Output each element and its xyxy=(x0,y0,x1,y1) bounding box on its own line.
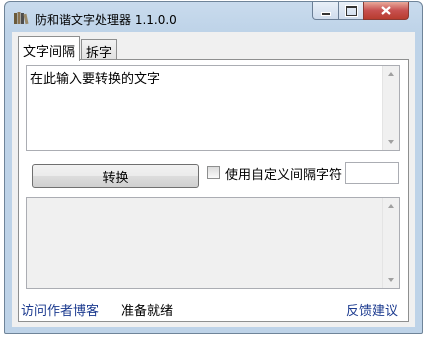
app-window: 防和谐文字处理器 1.1.0.0 文字间隔 拆字 在此输入要转换的文字 转换 使… xyxy=(4,1,423,334)
maximize-button[interactable] xyxy=(338,2,364,20)
tab-split-characters[interactable]: 拆字 xyxy=(81,39,118,61)
feedback-link[interactable]: 反馈建议 xyxy=(346,300,398,319)
input-scrollbar[interactable] xyxy=(382,66,399,150)
custom-separator-label[interactable]: 使用自定义间隔字符 xyxy=(225,164,342,183)
scroll-up-icon[interactable] xyxy=(388,72,394,76)
tab-panel: 在此输入要转换的文字 转换 使用自定义间隔字符 xyxy=(18,59,409,322)
custom-separator-checkbox[interactable] xyxy=(207,166,220,179)
input-text: 在此输入要转换的文字 xyxy=(30,72,161,87)
client-area: 文字间隔 拆字 在此输入要转换的文字 转换 使用自定义间隔字符 xyxy=(12,32,415,327)
scroll-down-icon[interactable] xyxy=(388,278,394,282)
close-icon xyxy=(381,6,391,15)
minimize-button[interactable] xyxy=(312,2,339,20)
separator-input[interactable] xyxy=(345,162,399,184)
close-button[interactable] xyxy=(363,2,409,20)
input-textarea[interactable]: 在此输入要转换的文字 xyxy=(26,65,400,151)
minimize-icon xyxy=(321,12,330,15)
scroll-up-icon[interactable] xyxy=(388,204,394,208)
books-icon xyxy=(13,11,29,25)
visit-blog-link[interactable]: 访问作者博客 xyxy=(21,300,99,319)
scroll-down-icon[interactable] xyxy=(388,140,394,144)
tab-text-spacing[interactable]: 文字间隔 xyxy=(18,36,81,61)
output-textarea[interactable] xyxy=(26,197,400,289)
maximize-icon xyxy=(345,5,357,16)
status-text: 准备就绪 xyxy=(121,304,174,319)
convert-button[interactable]: 转换 xyxy=(32,164,199,188)
title-bar[interactable]: 防和谐文字处理器 1.1.0.0 xyxy=(5,2,422,32)
window-title: 防和谐文字处理器 1.1.0.0 xyxy=(35,13,177,27)
output-scrollbar[interactable] xyxy=(382,198,399,288)
